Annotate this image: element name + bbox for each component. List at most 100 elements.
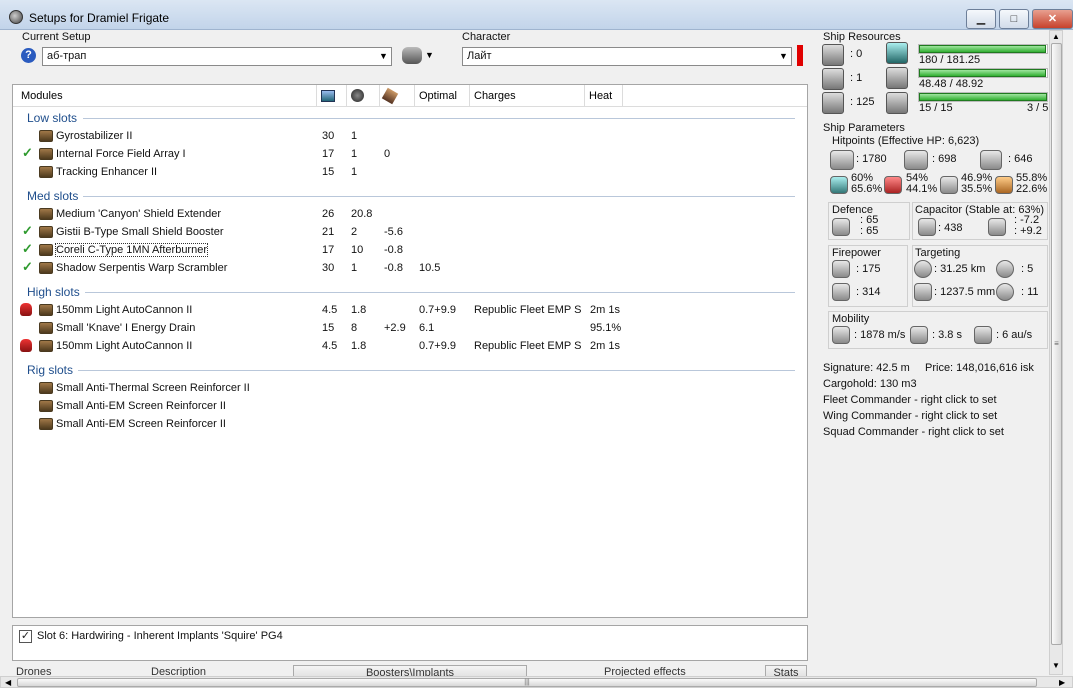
cpu-icon xyxy=(321,90,335,102)
table-row[interactable]: 150mm Light AutoCannon II 4.5 1.8 0.7+9.9 Re… xyxy=(13,301,807,319)
thermal-resist: 54% 44.1% xyxy=(906,172,938,195)
shield-hp: : 1780 xyxy=(856,153,887,165)
calibration-right: 3 / 5 xyxy=(1027,102,1048,114)
cell-c1: 30 xyxy=(322,262,335,274)
character-status-indicator xyxy=(797,45,803,66)
setup-select[interactable]: аб-трап ▼ xyxy=(42,47,392,66)
table-row[interactable]: Small 'Knave' I Energy Drain 15 8 +2.9 6.1 95… xyxy=(13,319,807,337)
cell-c1: 26 xyxy=(322,208,335,220)
warp-speed-icon xyxy=(974,326,992,344)
cell-c2: 10 xyxy=(351,244,364,256)
ship-icon[interactable] xyxy=(402,47,422,64)
module-icon xyxy=(39,340,53,352)
table-row[interactable]: ✓ Coreli C-Type 1MN Afterburner 17 10 -0.8 xyxy=(13,241,807,259)
header-modules[interactable]: Modules xyxy=(17,85,317,107)
header-power[interactable] xyxy=(347,85,380,107)
current-setup-label: Current Setup xyxy=(22,31,91,43)
cell-c2: 8 xyxy=(351,322,358,334)
cell-optimal: 10.5 xyxy=(419,262,441,274)
chevron-down-icon: ▼ xyxy=(779,51,788,61)
module-name: Internal Force Field Array I xyxy=(56,148,186,160)
scroll-thumb[interactable]: ≡ xyxy=(1051,43,1062,645)
title-bar: Setups for Dramiel Frigate ▁ □ ✕ xyxy=(0,0,1073,30)
cell-charges: Republic Fleet EMP S xyxy=(474,340,582,352)
table-row[interactable]: 150mm Light AutoCannon II 4.5 1.8 0.7+9.9 Re… xyxy=(13,337,807,355)
turret-hardpoint-icon xyxy=(822,44,844,66)
table-row[interactable]: ✓ Internal Force Field Array I 17 1 0 xyxy=(13,145,807,163)
cell-heat: 2m 1s xyxy=(590,340,620,352)
overheat-icon[interactable] xyxy=(20,339,32,352)
header-charges[interactable]: Charges xyxy=(470,85,585,107)
table-row[interactable]: Tracking Enhancer II 15 1 xyxy=(13,163,807,181)
velocity-icon xyxy=(832,326,850,344)
table-row[interactable]: Small Anti-EM Screen Reinforcer II xyxy=(13,415,807,433)
table-row[interactable]: ✓ Gistii B-Type Small Shield Booster 21 2 -5… xyxy=(13,223,807,241)
header-optimal[interactable]: Optimal xyxy=(415,85,470,107)
module-icon xyxy=(39,208,53,220)
online-check-icon[interactable]: ✓ xyxy=(22,241,33,257)
module-icon xyxy=(39,400,53,412)
cell-c2: 1.8 xyxy=(351,340,367,352)
minimize-button[interactable]: ▁ xyxy=(966,9,996,29)
scroll-down-icon[interactable]: ▼ xyxy=(1052,661,1060,670)
table-row[interactable]: ✓ Shadow Serpentis Warp Scrambler 30 1 -0.8 1… xyxy=(13,259,807,277)
wing-commander[interactable]: Wing Commander - right click to set xyxy=(823,410,997,422)
cell-c2: 1 xyxy=(351,166,358,178)
character-select[interactable]: Лайт ▼ xyxy=(462,47,792,66)
table-row[interactable]: Small Anti-Thermal Screen Reinforcer II xyxy=(13,379,807,397)
powergrid-value: 48.48 / 48.92 xyxy=(919,78,984,90)
cell-c3: 0 xyxy=(384,148,391,160)
cell-c1: 17 xyxy=(322,244,335,256)
stats-panel: Ship Resources : 0 : 1 : 125 180 / 181.2… xyxy=(818,30,1048,675)
module-name: Small 'Knave' I Energy Drain xyxy=(56,322,196,334)
header-heat[interactable]: Heat xyxy=(585,85,623,107)
capacitor-use-icon xyxy=(381,87,399,105)
close-button[interactable]: ✕ xyxy=(1032,9,1073,29)
max-targets-icon xyxy=(996,260,1014,278)
cell-c2: 1 xyxy=(351,148,358,160)
implant-checkbox[interactable]: ✓ xyxy=(19,630,32,643)
volley-value: : 314 xyxy=(856,286,881,298)
overheat-icon[interactable] xyxy=(20,303,32,316)
cap-delta: : -7.2: +9.2 xyxy=(1014,214,1042,237)
em-resist: 60% 65.6% xyxy=(851,172,883,195)
structure-icon xyxy=(980,150,1002,170)
cell-c3: -5.6 xyxy=(384,226,403,238)
cell-heat: 95.1% xyxy=(590,322,622,334)
online-check-icon[interactable]: ✓ xyxy=(22,145,33,161)
velocity: : 1878 m/s xyxy=(854,329,906,341)
scroll-right-icon[interactable]: ▶ xyxy=(1059,678,1065,687)
capacitor-value: : 438 xyxy=(938,222,963,234)
section-high-slots: High slots xyxy=(27,285,80,299)
header-cpu[interactable] xyxy=(317,85,347,107)
online-check-icon[interactable]: ✓ xyxy=(22,259,33,275)
params-title: Ship Parameters xyxy=(823,122,905,134)
cap-recharge-icon xyxy=(988,218,1006,236)
online-check-icon[interactable]: ✓ xyxy=(22,223,33,239)
scroll-left-icon[interactable]: ◀ xyxy=(5,678,11,687)
scroll-thumb[interactable]: ||| xyxy=(17,678,1037,687)
help-icon[interactable]: ? xyxy=(21,48,36,63)
scroll-up-icon[interactable]: ▲ xyxy=(1052,32,1060,41)
capacitor-icon xyxy=(918,218,936,236)
vertical-scrollbar[interactable]: ▲ ≡ ▼ xyxy=(1049,30,1063,675)
ship-menu-chevron-icon[interactable]: ▼ xyxy=(425,50,434,60)
chevron-down-icon: ▼ xyxy=(379,51,388,61)
squad-commander[interactable]: Squad Commander - right click to set xyxy=(823,426,1004,438)
targeting-label: Targeting xyxy=(915,247,961,259)
maximize-button[interactable]: □ xyxy=(999,9,1029,29)
calibration-icon xyxy=(886,92,908,114)
launcher-count: : 1 xyxy=(850,72,863,84)
cell-c2: 1 xyxy=(351,130,358,142)
table-row[interactable]: Medium 'Canyon' Shield Extender 26 20.8 xyxy=(13,205,807,223)
table-row[interactable]: Gyrostabilizer II 30 1 xyxy=(13,127,807,145)
module-icon xyxy=(39,304,53,316)
price: Price: 148,016,616 isk xyxy=(925,362,1034,374)
table-row[interactable]: Small Anti-EM Screen Reinforcer II xyxy=(13,397,807,415)
horizontal-scrollbar[interactable]: ◀ ||| ▶ xyxy=(0,676,1073,688)
module-name: 150mm Light AutoCannon II xyxy=(56,340,193,352)
section-low-slots: Low slots xyxy=(27,111,78,125)
header-cap[interactable] xyxy=(380,85,415,107)
fleet-commander[interactable]: Fleet Commander - right click to set xyxy=(823,394,997,406)
module-name: Small Anti-EM Screen Reinforcer II xyxy=(56,418,226,430)
